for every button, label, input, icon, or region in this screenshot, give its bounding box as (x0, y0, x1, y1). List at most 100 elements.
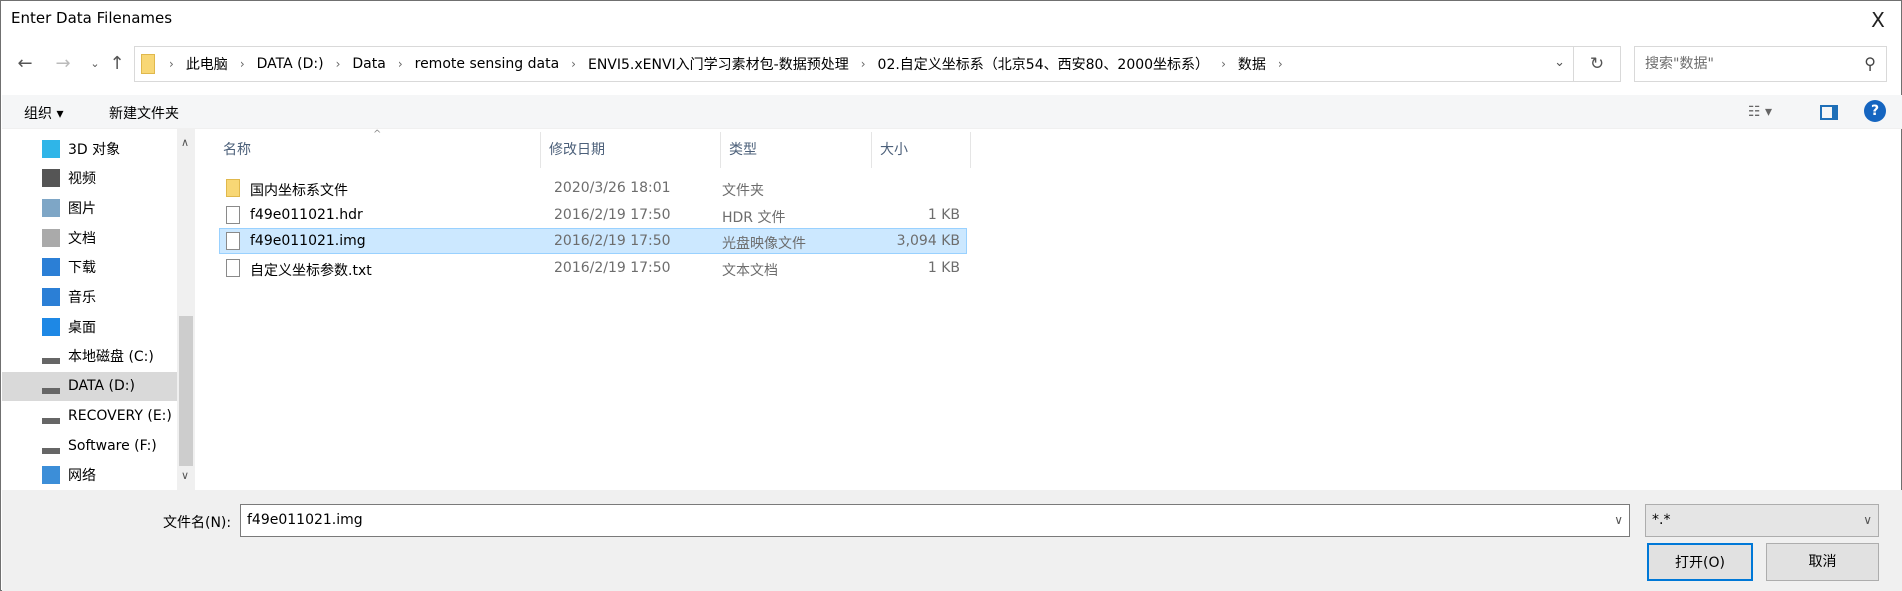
column-header-size[interactable]: 大小 (872, 132, 971, 168)
file-date: 2016/2/19 17:50 (554, 233, 671, 249)
search-placeholder: 搜索"数据" (1645, 56, 1714, 72)
breadcrumb-separator-icon[interactable]: › (169, 57, 174, 71)
nav-item-label: 3D 对象 (68, 141, 121, 158)
breadcrumb-separator-icon[interactable]: › (861, 57, 866, 71)
navigation-pane: 3D 对象视频图片文档下载音乐桌面 本地磁盘 (C:) DATA (D:) RECOV… (2, 129, 177, 490)
drive-icon (42, 388, 60, 395)
nav-item[interactable]: 桌面 (2, 312, 177, 341)
music-icon (42, 288, 60, 306)
nav-item[interactable]: RECOVERY (E:) (2, 401, 177, 430)
column-header-date[interactable]: 修改日期 (541, 132, 721, 168)
breadcrumb-item[interactable]: remote sensing data (415, 56, 560, 72)
pictures-icon (42, 198, 60, 217)
drive-icon (42, 447, 60, 454)
nav-item[interactable]: Software (F:) (2, 431, 177, 460)
preview-pane-icon[interactable] (1820, 105, 1838, 120)
file-name: 自定义坐标参数.txt (250, 262, 372, 279)
file-date: 2016/2/19 17:50 (554, 259, 671, 276)
toolbar: 组织 ▾ 新建文件夹 ☷ ▾ ? (2, 95, 1902, 129)
breadcrumb-item[interactable]: 此电脑 (186, 54, 228, 74)
organize-button[interactable]: 组织 ▾ (24, 103, 63, 123)
address-bar[interactable]: › 此电脑 › DATA (D:) › Data › remote sensing data ›… (134, 46, 1574, 82)
back-icon[interactable]: ← (13, 51, 37, 77)
file-name: f49e011021.hdr (250, 206, 363, 223)
scroll-up-icon[interactable]: ∧ (181, 136, 189, 149)
nav-item-label: 图片 (68, 200, 96, 217)
folder-icon (141, 54, 155, 74)
open-button[interactable]: 打开(O) (1647, 543, 1753, 581)
column-header-name[interactable]: 名称 (215, 132, 541, 168)
cancel-button[interactable]: 取消 (1766, 543, 1879, 581)
nav-item[interactable]: 视频 (2, 164, 177, 193)
file-name: f49e011021.img (250, 233, 366, 249)
disc-image-icon (226, 232, 240, 250)
file-name: 国内坐标系文件 (250, 183, 348, 199)
breadcrumb-separator-icon[interactable]: › (1278, 57, 1283, 71)
desktop-icon (42, 317, 60, 336)
forward-icon[interactable]: → (51, 51, 75, 77)
filename-input[interactable]: f49e011021.img ∨ (240, 504, 1630, 537)
video-icon (42, 169, 60, 188)
file-date: 2016/2/19 17:50 (554, 206, 671, 223)
nav-item[interactable]: DATA (D:) (2, 371, 177, 401)
3d-objects-icon (42, 139, 60, 158)
filename-value: f49e011021.img (247, 512, 363, 528)
documents-icon (42, 228, 60, 247)
breadcrumb-item[interactable]: DATA (D:) (257, 56, 324, 72)
new-folder-button[interactable]: 新建文件夹 (109, 103, 179, 123)
recent-dropdown-icon[interactable]: ⌄ (83, 51, 107, 77)
nav-item[interactable]: 3D 对象 (2, 134, 177, 163)
nav-item-label: RECOVERY (E:) (68, 407, 172, 424)
breadcrumb-separator-icon[interactable]: › (240, 57, 245, 71)
file-type-select[interactable]: *.* ∨ (1645, 504, 1879, 537)
breadcrumb-separator-icon[interactable]: › (336, 57, 341, 71)
column-header-type[interactable]: 类型 (721, 132, 872, 168)
refresh-button[interactable]: ↻ (1574, 46, 1621, 82)
view-options-icon[interactable]: ☷ ▾ (1748, 104, 1772, 120)
nav-scrollbar-thumb[interactable] (179, 316, 193, 466)
scroll-down-icon[interactable]: ∨ (181, 469, 189, 482)
chevron-down-icon[interactable]: ∨ (1614, 505, 1623, 536)
download-icon (42, 258, 60, 277)
nav-item[interactable]: 网络 (2, 461, 177, 490)
file-row[interactable]: 国内坐标系文件 2020/3/26 18:01 文件夹 (219, 175, 967, 201)
nav-item[interactable]: 音乐 (2, 283, 177, 312)
file-row[interactable]: 自定义坐标参数.txt 2016/2/19 17:50 文本文档 1 KB (219, 255, 967, 281)
window-title: Enter Data Filenames (11, 9, 173, 27)
breadcrumb-item[interactable]: 数据 (1238, 54, 1266, 74)
close-button[interactable]: X (1861, 5, 1895, 35)
nav-item[interactable]: 图片 (2, 193, 177, 222)
file-row[interactable]: f49e011021.hdr 2016/2/19 17:50 HDR 文件 1 KB (219, 202, 967, 228)
network-icon (42, 466, 60, 485)
breadcrumb-separator-icon[interactable]: › (1221, 57, 1226, 71)
breadcrumb-item[interactable]: 02.自定义坐标系（北京54、西安80、2000坐标系） (878, 54, 1210, 74)
file-icon (226, 205, 240, 224)
nav-item-label: 网络 (68, 468, 96, 485)
folder-icon (226, 179, 240, 197)
breadcrumb-item[interactable]: ENVI5.xENVI入门学习素材包-数据预处理 (588, 54, 849, 74)
up-icon[interactable]: ↑ (105, 51, 129, 77)
help-icon[interactable]: ? (1864, 100, 1886, 122)
breadcrumb-separator-icon[interactable]: › (571, 57, 576, 71)
file-dialog: Enter Data Filenames X ← → ⌄ ↑ › 此电脑 › DATA… (0, 0, 1902, 591)
file-size: 3,094 KB (896, 233, 960, 249)
chevron-down-icon[interactable]: ⌄ (1554, 55, 1565, 70)
nav-item[interactable]: 本地磁盘 (C:) (2, 342, 177, 371)
nav-item[interactable]: 文档 (2, 223, 177, 252)
nav-item-label: DATA (D:) (68, 378, 135, 395)
nav-item[interactable]: 下载 (2, 253, 177, 282)
filename-label: 文件名(N): (163, 515, 232, 531)
nav-item-label: 视频 (68, 171, 96, 188)
nav-item-label: 音乐 (68, 290, 96, 306)
file-type-value: *.* (1652, 512, 1671, 528)
file-type: HDR 文件 (722, 209, 786, 226)
breadcrumb-separator-icon[interactable]: › (398, 57, 403, 71)
file-row[interactable]: f49e011021.img 2016/2/19 17:50 光盘映像文件 3,094… (219, 228, 967, 254)
file-date: 2020/3/26 18:01 (554, 180, 671, 196)
file-type: 光盘映像文件 (722, 236, 806, 252)
breadcrumb-item[interactable]: Data (352, 56, 385, 72)
search-input[interactable]: 搜索"数据" ⚲ (1634, 46, 1887, 82)
nav-item-label: 下载 (68, 260, 96, 277)
nav-item-label: 文档 (68, 230, 96, 247)
file-type: 文件夹 (722, 183, 764, 199)
